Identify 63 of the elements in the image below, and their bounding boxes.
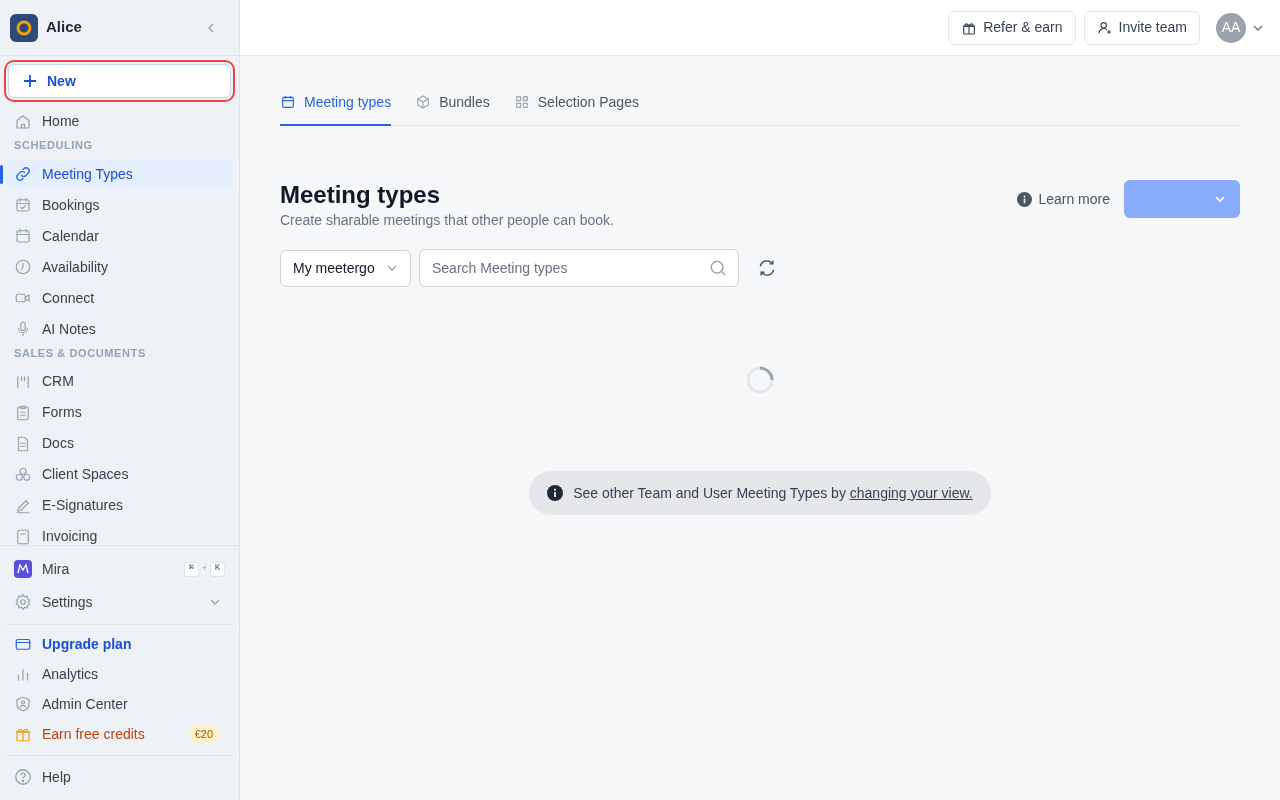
- view-dropdown[interactable]: My meetergo: [280, 249, 411, 287]
- nav-item[interactable]: AI Notes: [6, 313, 233, 345]
- help-icon: [14, 768, 32, 786]
- nav-item[interactable]: Analytics: [42, 663, 99, 685]
- help-item[interactable]: Help: [42, 766, 71, 788]
- notice-text: See other Team and User Meeting Types by changing your view.: [573, 483, 973, 503]
- nav-item[interactable]: Forms: [6, 397, 233, 428]
- grid-icon: [513, 94, 530, 110]
- calendar-icon: [14, 227, 32, 245]
- calendar-check-icon: [14, 196, 32, 214]
- cubes-icon: [14, 465, 32, 484]
- shortcut-key: K: [210, 561, 225, 577]
- section-heading: SCHEDULING: [13, 138, 94, 153]
- settings-icon: [14, 593, 32, 611]
- plus-sign: +: [201, 562, 207, 576]
- nav-item[interactable]: Admin Center: [42, 693, 128, 715]
- section-heading: SALES & DOCUMENTS: [13, 345, 147, 361]
- cube-icon: [415, 94, 432, 110]
- plus-icon: [23, 74, 37, 88]
- nav-item[interactable]: Calendar: [6, 220, 233, 252]
- mira-icon: [14, 560, 32, 578]
- nav-item[interactable]: Upgrade plan: [42, 633, 132, 655]
- search-field[interactable]: Search Meeting types: [419, 249, 739, 287]
- nav-item[interactable]: Home: [6, 106, 233, 137]
- nav-item[interactable]: Earn free credits: [42, 723, 145, 745]
- nav-item[interactable]: Bookings: [6, 189, 233, 221]
- settings-item[interactable]: Settings: [42, 591, 93, 613]
- nav-item[interactable]: E-Signatures: [6, 490, 233, 521]
- link-icon: [14, 165, 32, 183]
- learn-more-link[interactable]: Learn more: [1017, 188, 1110, 210]
- receipt-icon: [14, 527, 32, 545]
- page-subtitle: Create sharable meetings that other people can book.: [280, 211, 614, 230]
- search-icon: [709, 259, 727, 277]
- nav-item[interactable]: Client Spaces: [6, 459, 233, 490]
- credit-badge: €20: [188, 724, 219, 744]
- workspace-logo: [10, 13, 38, 42]
- refresh-icon[interactable]: [757, 258, 777, 278]
- chevron-down-icon: [1214, 193, 1226, 205]
- nav-item[interactable]: Availability: [6, 251, 233, 283]
- view-link[interactable]: changing your view.: [849, 484, 973, 501]
- info-icon: [547, 485, 564, 501]
- top-bar-button[interactable]: Invite team: [1083, 10, 1200, 45]
- page-title: Meeting types: [280, 180, 442, 210]
- mira-item[interactable]: Mira: [42, 558, 70, 580]
- tab[interactable]: Selection Pages: [513, 80, 639, 126]
- nav-item[interactable]: Connect: [6, 282, 233, 314]
- calendar-icon: [280, 94, 296, 110]
- clock-icon: [14, 258, 32, 276]
- shield-user-icon: [14, 695, 32, 713]
- nav-item[interactable]: Invoicing: [6, 521, 233, 545]
- tab[interactable]: Meeting types: [280, 80, 392, 126]
- workspace-name: Alice: [46, 17, 82, 38]
- info-icon: [1017, 191, 1033, 207]
- active-indicator: [0, 164, 3, 184]
- user-plus-icon: [1096, 19, 1113, 36]
- collapse-icon[interactable]: [205, 21, 217, 34]
- clipboard-icon: [14, 403, 32, 422]
- nav-item[interactable]: CRM: [6, 366, 233, 397]
- nav-item[interactable]: Docs: [6, 428, 233, 459]
- top-bar-button[interactable]: Refer & earn: [948, 10, 1076, 45]
- tab[interactable]: Bundles: [415, 80, 490, 126]
- shortcut-key: ⌘: [183, 561, 199, 577]
- loading-spinner: [745, 365, 775, 395]
